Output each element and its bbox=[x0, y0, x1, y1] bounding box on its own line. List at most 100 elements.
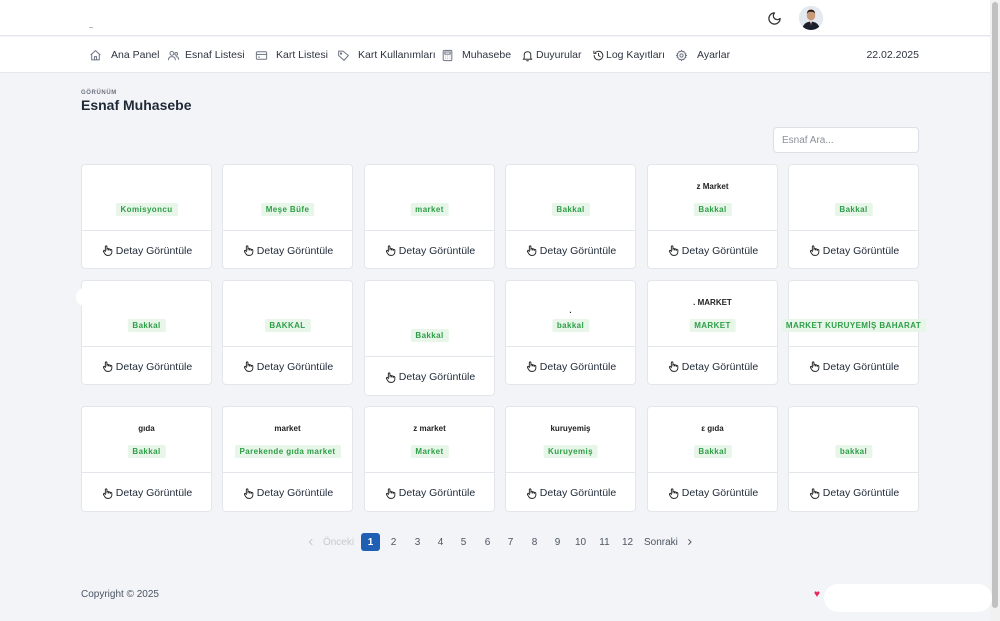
previous-page-button[interactable]: Önceki bbox=[305, 533, 355, 551]
nav-item-label: Ana Panel bbox=[111, 49, 160, 61]
page-number-button[interactable]: 4 bbox=[431, 533, 450, 551]
page-number-button[interactable]: 5 bbox=[454, 533, 473, 551]
detail-view-button[interactable]: Detay Görüntüle bbox=[506, 348, 635, 386]
page-number: 7 bbox=[507, 536, 514, 548]
page-number-button[interactable]: 10 bbox=[571, 533, 590, 551]
detail-view-button[interactable]: Detay Görüntüle bbox=[648, 232, 777, 270]
nav-item-ana-panel[interactable]: Ana Panel bbox=[89, 37, 159, 73]
card-body: bakkal bbox=[789, 407, 918, 473]
page-number: 3 bbox=[414, 536, 421, 548]
nav-item-kart-listesi[interactable]: Kart Listesi bbox=[255, 37, 328, 73]
esnaf-card: Bakkal Detay Görüntüle bbox=[788, 164, 919, 269]
page-number-button[interactable]: 9 bbox=[548, 533, 567, 551]
main-navigation: Ana Panel Esnaf Listesi Kart Listesi Kar… bbox=[0, 37, 990, 73]
category-badge: Bakkal bbox=[693, 203, 732, 216]
tag-icon bbox=[338, 50, 349, 61]
logo[interactable] bbox=[89, 27, 93, 28]
detail-view-button[interactable]: Detay Görüntüle bbox=[365, 474, 494, 512]
detail-view-button[interactable]: Detay Görüntüle bbox=[82, 348, 211, 386]
detail-view-button[interactable]: Detay Görüntüle bbox=[789, 348, 918, 386]
scrollbar-thumb[interactable] bbox=[992, 2, 998, 608]
detail-view-button[interactable]: Detay Görüntüle bbox=[506, 232, 635, 270]
detail-view-label: Detay Görüntüle bbox=[681, 360, 759, 373]
page-number-button[interactable]: 12 bbox=[618, 533, 637, 551]
detail-view-button[interactable]: Detay Görüntüle bbox=[82, 232, 211, 270]
heart-icon: ♥ bbox=[814, 589, 820, 600]
esnaf-card: kuruyemiş Kuruyemiş Detay Görüntüle bbox=[505, 406, 636, 512]
category-badge: Bakkal bbox=[127, 319, 166, 332]
page-number-button[interactable]: 2 bbox=[384, 533, 403, 551]
page-number-button[interactable]: 1 bbox=[361, 533, 380, 551]
esnaf-card: ε gıda Bakkal Detay Görüntüle bbox=[647, 406, 778, 512]
detail-view-button[interactable]: Detay Görüntüle bbox=[365, 232, 494, 270]
card-body: Komisyoncu bbox=[82, 165, 211, 231]
category-badge: market bbox=[410, 203, 449, 216]
detail-view-label: Detay Görüntüle bbox=[256, 487, 334, 499]
card-title: z Market bbox=[696, 182, 729, 191]
hand-pointer-icon bbox=[809, 487, 820, 499]
next-page-button[interactable]: Sonraki bbox=[644, 533, 694, 551]
users-icon bbox=[167, 50, 180, 60]
detail-view-button[interactable]: Detay Görüntüle bbox=[223, 348, 352, 386]
avatar[interactable] bbox=[799, 6, 823, 30]
hand-pointer-icon bbox=[243, 361, 254, 372]
esnaf-card: z Market Bakkal Detay Görüntüle bbox=[647, 164, 778, 269]
detail-view-label: Detay Görüntüle bbox=[115, 244, 193, 257]
esnaf-search-input[interactable] bbox=[773, 127, 919, 153]
detail-view-button[interactable]: Detay Görüntüle bbox=[82, 474, 211, 512]
chevron-right-icon bbox=[687, 539, 692, 545]
detail-view-button[interactable]: Detay Görüntüle bbox=[223, 232, 352, 270]
detail-view-button[interactable]: Detay Görüntüle bbox=[648, 474, 777, 512]
detail-view-button[interactable]: Detay Görüntüle bbox=[223, 474, 352, 512]
category-badge: Parekende gıda market bbox=[234, 445, 341, 458]
moon-icon[interactable] bbox=[767, 11, 782, 26]
nav-item-log-kayitlari[interactable]: Log Kayıtları bbox=[592, 37, 665, 73]
top-header bbox=[0, 0, 990, 36]
page-number: 2 bbox=[390, 536, 397, 548]
nav-item-esnaf-listesi[interactable]: Esnaf Listesi bbox=[167, 37, 245, 73]
nav-item-label: Muhasebe bbox=[462, 49, 512, 61]
history-icon bbox=[593, 50, 604, 60]
hand-pointer-icon bbox=[102, 361, 113, 372]
detail-view-label: Detay Görüntüle bbox=[398, 244, 476, 257]
category-badge: Market bbox=[410, 445, 449, 458]
page-number: 12 bbox=[621, 536, 634, 548]
blurred-footer-text bbox=[824, 584, 992, 612]
category-badge: Bakkal bbox=[127, 445, 166, 458]
page-number-button[interactable]: 11 bbox=[595, 533, 614, 551]
detail-view-button[interactable]: Detay Görüntüle bbox=[789, 474, 918, 512]
detail-view-button[interactable]: Detay Görüntüle bbox=[506, 474, 635, 512]
esnaf-card: Bakkal Detay Görüntüle bbox=[505, 164, 636, 269]
detail-view-label: Detay Görüntüle bbox=[256, 360, 334, 373]
esnaf-card: gıda Bakkal Detay Görüntüle bbox=[81, 406, 212, 512]
page-number-button[interactable]: 3 bbox=[408, 533, 427, 551]
card-body: MARKET KURUYEMİŞ BAHARAT bbox=[780, 281, 927, 347]
card-body: market Parekende gıda market bbox=[223, 407, 352, 473]
category-badge: Bakkal bbox=[834, 203, 873, 216]
category-badge: MARKET bbox=[689, 319, 736, 332]
category-badge: Bakkal bbox=[551, 203, 590, 216]
hand-pointer-icon bbox=[668, 487, 679, 499]
card-body: Bakkal bbox=[82, 281, 211, 347]
nav-item-label: Duyurular bbox=[536, 49, 582, 61]
nav-item-duyurular[interactable]: Duyurular bbox=[521, 37, 582, 73]
detail-view-button[interactable]: Detay Görüntüle bbox=[648, 348, 777, 386]
page-number-button[interactable]: 8 bbox=[525, 533, 544, 551]
hand-pointer-icon bbox=[668, 361, 679, 372]
nav-item-kart-kullanimlari[interactable]: Kart Kullanımları bbox=[337, 37, 436, 73]
nav-item-label: Log Kayıtları bbox=[606, 49, 665, 61]
esnaf-card: market Parekende gıda market Detay Görüntü… bbox=[222, 406, 353, 512]
hand-pointer-icon bbox=[809, 361, 820, 372]
page-number-button[interactable]: 6 bbox=[478, 533, 497, 551]
chevron-left-icon bbox=[308, 538, 313, 546]
nav-item-muhasebe[interactable]: Muhasebe bbox=[441, 37, 511, 73]
esnaf-card: Bakkal Detay Görüntüle bbox=[364, 280, 495, 396]
category-badge: Komisyoncu bbox=[115, 203, 178, 216]
nav-item-ayarlar[interactable]: Ayarlar bbox=[675, 37, 730, 73]
page-number-button[interactable]: 7 bbox=[501, 533, 520, 551]
detail-view-button[interactable]: Detay Görüntüle bbox=[789, 232, 918, 270]
current-date: 22.02.2025 bbox=[866, 49, 919, 61]
detail-view-label: Detay Görüntüle bbox=[256, 244, 334, 257]
detail-view-button[interactable]: Detay Görüntüle bbox=[365, 358, 494, 396]
card-title: . bbox=[569, 306, 572, 315]
